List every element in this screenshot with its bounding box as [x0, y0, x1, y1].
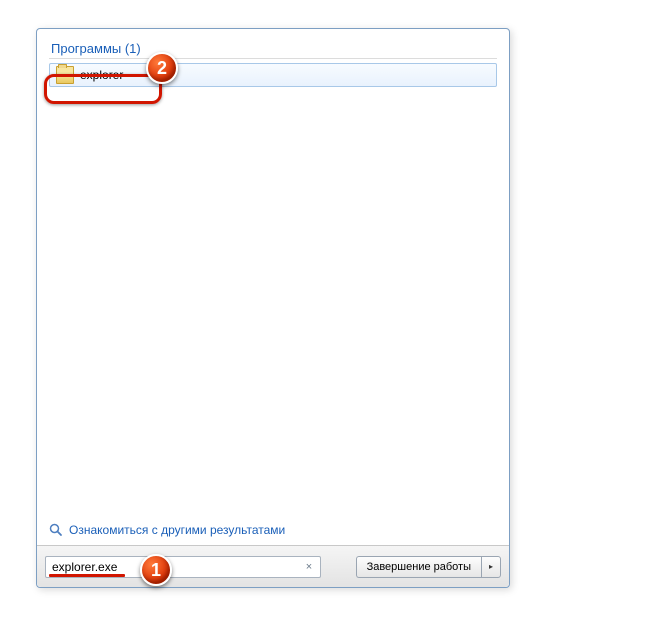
clear-search-icon[interactable]: ×	[302, 560, 316, 574]
search-input[interactable]	[52, 560, 302, 574]
search-results-area: Программы (1) explorer	[37, 29, 509, 545]
shutdown-split-button: Завершение работы ▸	[356, 556, 501, 578]
shutdown-button[interactable]: Завершение работы	[356, 556, 481, 578]
result-item-label: explorer	[80, 68, 123, 82]
search-result-explorer[interactable]: explorer	[49, 63, 497, 87]
search-icon	[49, 523, 63, 537]
folder-icon	[56, 66, 74, 84]
start-menu-search-panel: Программы (1) explorer Ознакомиться с др…	[36, 28, 510, 588]
start-menu-bottom-bar: × Завершение работы ▸	[37, 545, 509, 587]
search-box[interactable]: ×	[45, 556, 321, 578]
see-more-results-label: Ознакомиться с другими результатами	[69, 523, 285, 537]
results-category-header: Программы (1)	[49, 37, 497, 59]
shutdown-options-arrow[interactable]: ▸	[481, 556, 501, 578]
see-more-results-link[interactable]: Ознакомиться с другими результатами	[49, 523, 285, 537]
